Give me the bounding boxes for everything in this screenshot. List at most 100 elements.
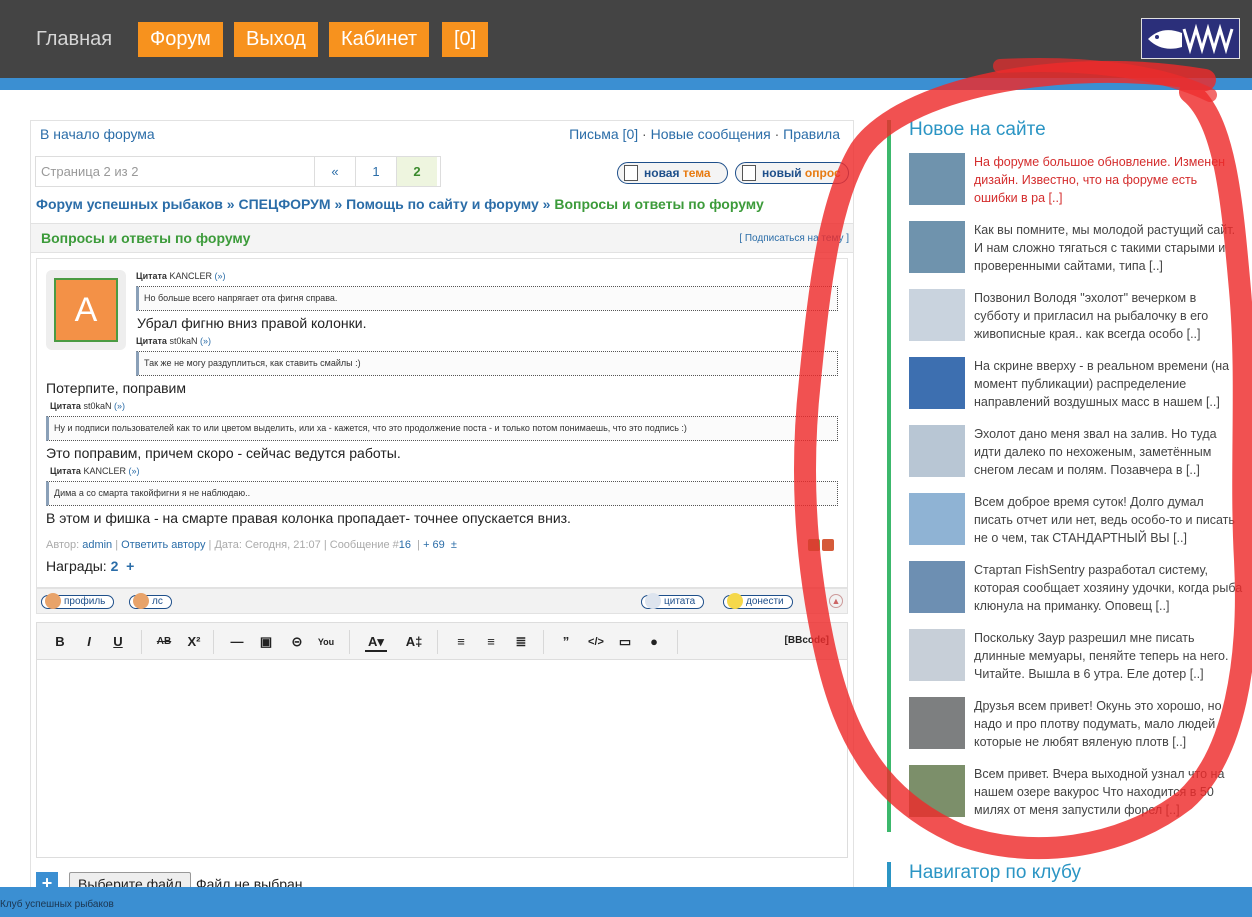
nav-logout-button[interactable]: Выход (234, 22, 318, 57)
news-item[interactable]: Всем привет. Вчера выходной узнал что на… (909, 765, 1249, 825)
post-rating: + 69 (423, 539, 445, 551)
letters-link[interactable]: Письма [0] (569, 126, 638, 142)
footer: Клуб успешных рыбаков (0, 887, 1252, 917)
awards-count[interactable]: 2 (111, 558, 119, 574)
nav-home[interactable]: Главная (36, 28, 112, 51)
quote-icon (645, 593, 661, 609)
news-text[interactable]: Эхолот дано меня звал на залив. Но туда … (974, 425, 1244, 479)
profile-button[interactable]: профиль (41, 593, 115, 609)
quote-source-link[interactable]: (») (128, 466, 139, 476)
subscribe-link[interactable]: [ Подписаться на тему ] (739, 233, 849, 244)
align-justify-icon[interactable]: ≣ (513, 632, 529, 652)
quote-header: Цитата KANCLER (») (50, 466, 140, 476)
nav-forum-button[interactable]: Форум (138, 22, 223, 57)
scroll-up-icon[interactable]: ▲ (829, 594, 843, 608)
new-messages-link[interactable]: Новые сообщения (651, 126, 771, 142)
editor-toolbar: B I U AB X² — ▣ ⊝ You A▾ A‡ ≡ ≡ ≣ ” </> … (36, 622, 848, 660)
news-item[interactable]: Друзья всем привет! Окунь это хорошо, но… (909, 697, 1249, 757)
news-thumbnail[interactable] (909, 425, 965, 477)
pagination: Страница 2 из 2 « 1 2 (35, 156, 441, 187)
forum-home-link[interactable]: В начало форума (40, 126, 155, 142)
align-center-icon[interactable]: ≡ (483, 632, 499, 652)
image-icon[interactable]: ▣ (258, 632, 274, 652)
thumb-up-icon[interactable] (808, 539, 820, 551)
pm-button[interactable]: лс (129, 593, 172, 609)
news-thumbnail[interactable] (909, 153, 965, 205)
strikethrough-button[interactable]: AB (155, 632, 173, 652)
site-logo[interactable] (1141, 18, 1240, 59)
avatar[interactable]: A (54, 278, 118, 342)
news-item[interactable]: Как вы помните, мы молодой растущий сайт… (909, 221, 1249, 281)
news-text[interactable]: Всем привет. Вчера выходной узнал что на… (974, 765, 1244, 819)
page-2[interactable]: 2 (396, 157, 437, 186)
underline-button[interactable]: U (111, 632, 125, 652)
users-icon (133, 593, 149, 609)
code-icon[interactable]: </> (585, 632, 607, 652)
news-text[interactable]: Поскольку Заур разрешил мне писать длинн… (974, 629, 1244, 683)
add-award-button[interactable]: + (126, 558, 134, 574)
news-text[interactable]: На скрине вверху - в реальном времени (н… (974, 357, 1244, 411)
bbcode-toggle[interactable]: [BBcode] (785, 635, 829, 646)
news-text[interactable]: На форуме большое обновление. Изменен ди… (974, 153, 1244, 207)
news-item[interactable]: Эхолот дано меня звал на залив. Но туда … (909, 425, 1249, 485)
new-topic-button[interactable]: новая тема (617, 162, 728, 184)
align-left-icon[interactable]: ≡ (453, 632, 469, 652)
quote-format-icon[interactable]: ” (559, 632, 573, 652)
quote-source-link[interactable]: (») (214, 271, 225, 281)
quote-button[interactable]: цитата (641, 593, 705, 609)
news-thumbnail[interactable] (909, 697, 965, 749)
quote-source-link[interactable]: (») (200, 336, 211, 346)
user-mention-icon[interactable]: ● (646, 632, 662, 652)
news-text[interactable]: Как вы помните, мы молодой растущий сайт… (974, 221, 1244, 275)
thumb-down-icon[interactable] (822, 539, 834, 551)
font-color-button[interactable]: A▾ (365, 632, 387, 652)
news-item[interactable]: Поскольку Заур разрешил мне писать длинн… (909, 629, 1249, 689)
bold-button[interactable]: B (53, 632, 67, 652)
news-item[interactable]: Стартап FishSentry разработал систему, к… (909, 561, 1249, 621)
font-size-button[interactable]: A‡ (403, 632, 425, 652)
news-thumbnail[interactable] (909, 765, 965, 817)
crumb-specforum[interactable]: СПЕЦФОРУМ (238, 196, 330, 212)
new-poll-button[interactable]: новый опрос (735, 162, 849, 184)
news-thumbnail[interactable] (909, 561, 965, 613)
news-item[interactable]: На скрине вверху - в реальном времени (н… (909, 357, 1249, 417)
news-thumbnail[interactable] (909, 221, 965, 273)
post-author-link[interactable]: admin (82, 539, 112, 551)
hr-button[interactable]: — (229, 632, 245, 652)
quote-source-link[interactable]: (») (114, 401, 125, 411)
document-icon (624, 165, 638, 181)
news-thumbnail[interactable] (909, 629, 965, 681)
news-thumbnail[interactable] (909, 493, 965, 545)
page-first[interactable]: « (314, 157, 355, 186)
topic-header: Вопросы и ответы по форуму [ Подписаться… (31, 223, 853, 253)
quote-header: Цитата st0kaN (») (136, 336, 211, 346)
crumb-forum[interactable]: Форум успешных рыбаков (36, 196, 223, 212)
superscript-button[interactable]: X² (186, 632, 202, 652)
message-editor[interactable] (36, 660, 848, 858)
rating-toggle[interactable]: ± (451, 539, 457, 551)
nav-cabinet-button[interactable]: Кабинет (329, 22, 430, 57)
user-icon (45, 593, 61, 609)
news-item[interactable]: Позвонил Володя "эхолот" вечерком в субб… (909, 289, 1249, 349)
report-button[interactable]: донести (723, 593, 793, 609)
news-text[interactable]: Стартап FishSentry разработал систему, к… (974, 561, 1244, 615)
news-item[interactable]: На форуме большое обновление. Изменен ди… (909, 153, 1249, 213)
rules-link[interactable]: Правила (783, 126, 840, 142)
news-item[interactable]: Всем доброе время суток! Долго думал пис… (909, 493, 1249, 553)
crumb-help[interactable]: Помощь по сайту и форуму (346, 196, 539, 212)
reply-author-link[interactable]: Ответить автору (121, 539, 205, 551)
spoiler-icon[interactable]: ▭ (617, 632, 633, 652)
news-text[interactable]: Друзья всем привет! Окунь это хорошо, но… (974, 697, 1244, 751)
news-text[interactable]: Позвонил Володя "эхолот" вечерком в субб… (974, 289, 1244, 343)
italic-button[interactable]: I (82, 632, 96, 652)
news-thumbnail[interactable] (909, 357, 965, 409)
post-number-link[interactable]: 16 (399, 539, 411, 551)
page-1[interactable]: 1 (355, 157, 396, 186)
news-thumbnail[interactable] (909, 289, 965, 341)
nav-counter-button[interactable]: [0] (442, 22, 489, 57)
news-text[interactable]: Всем доброе время суток! Долго думал пис… (974, 493, 1244, 547)
link-icon[interactable]: ⊝ (287, 632, 307, 652)
youtube-icon[interactable]: You (315, 632, 337, 652)
quote-block: Ну и подписи пользователей как то или цв… (46, 416, 838, 441)
fish-logo-icon (1148, 23, 1234, 55)
